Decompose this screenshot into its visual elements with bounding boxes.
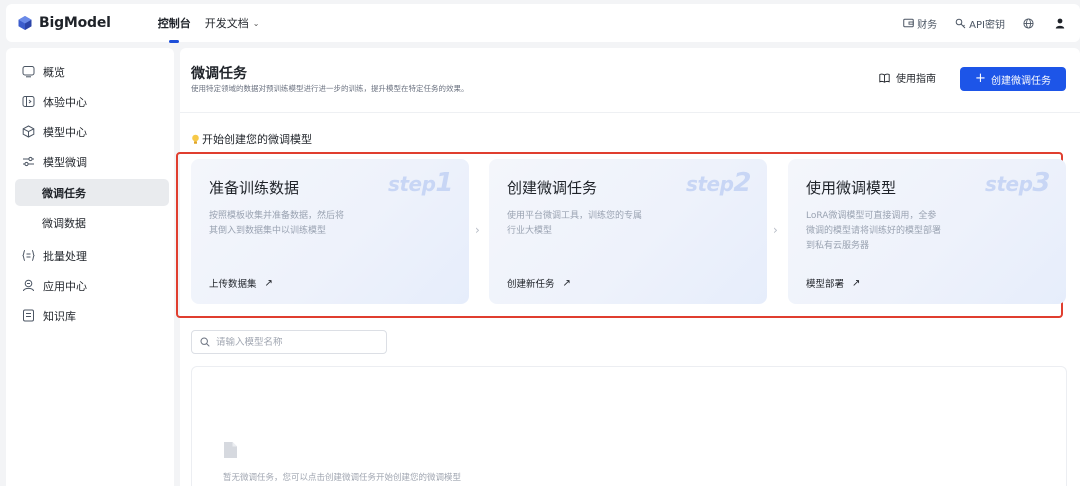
step-title: 使用微调模型 [806,179,897,197]
top-nav-docs-label: 开发文档 [204,17,249,30]
api-key-link[interactable]: API密钥 [955,16,1005,31]
step-card-use-model: 使用微调模型 step3 LoRA微调模型可直接调用，全参 微调的模型请将训练好… [788,159,1066,304]
sidebar-item-label: 微调任务 [42,186,86,200]
create-new-task-link[interactable]: 创建新任务 ↗ [507,276,571,291]
finance-label: 财务 [917,19,938,31]
lightbulb-icon [192,134,199,144]
robot-icon [21,279,35,293]
sidebar-item-finetune[interactable]: 模型微调 [15,148,169,175]
deploy-model-link[interactable]: 模型部署 ↗ [806,276,861,291]
guide-button[interactable]: 使用指南 [879,70,936,85]
chevron-right-icon: › [773,223,778,237]
upload-dataset-link[interactable]: 上传数据集 ↗ [209,276,273,291]
api-key-label: API密钥 [969,19,1005,31]
sidebar-item-finetune-data[interactable]: 微调数据 [15,209,169,236]
step-tag: step1 [388,168,453,198]
sliders-icon [21,155,35,169]
chevron-down-icon: ⌄ [252,18,260,28]
globe-icon [1023,17,1034,29]
sidebar-item-models[interactable]: 模型中心 [15,118,169,145]
sidebar-item-knowledge[interactable]: 知识库 [15,302,169,329]
arrow-up-right-icon: ↗ [562,277,571,289]
step-card-create-task: 创建微调任务 step2 使用平台微调工具，训练您的专属 行业大模型 创建新任务… [489,159,767,304]
user-button[interactable] [1055,18,1068,29]
monitor-icon [21,65,35,79]
sidebar-item-label: 模型微调 [43,155,87,169]
wallet-icon [903,18,914,28]
arrow-up-right-icon: ↗ [852,277,861,289]
top-nav-console[interactable]: 控制台 [158,4,191,42]
task-list-empty-panel: 暂无微调任务，您可以点击创建微调任务开始创建您的微调模型 [191,366,1067,486]
plus-icon: + [975,71,986,86]
step-tag: step3 [985,168,1050,198]
sidebar-item-batch[interactable]: 批量处理 [15,242,169,269]
model-search-box [191,330,387,354]
braces-list-icon [21,249,35,263]
step-tag: step2 [686,168,751,198]
document-icon [224,442,237,458]
sidebar: 概览 体验中心 模型中心 模型微调 微调任务 微调数据 批量处理 应用中心 知识… [6,48,174,486]
sidebar-item-overview[interactable]: 概览 [15,58,169,85]
page-subtitle: 使用特定领域的数据对预训练模型进行进一步的训练，提升模型在特定任务的效果。 [191,84,469,93]
empty-state-text: 暂无微调任务，您可以点击创建微调任务开始创建您的微调模型 [223,473,462,483]
sidebar-item-label: 微调数据 [42,216,86,230]
user-icon [1055,18,1065,28]
finance-link[interactable]: 财务 [903,16,937,31]
brand-logo-icon [18,16,32,30]
sidebar-item-apps[interactable]: 应用中心 [15,272,169,299]
open-book-icon [879,73,890,83]
sidebar-item-label: 批量处理 [43,249,87,263]
step-card-prepare-data: 准备训练数据 step1 按照模板收集并准备数据，然后将 其倒入到数据集中以训练… [191,159,469,304]
key-icon [955,18,966,28]
step-title: 创建微调任务 [507,179,598,197]
section-title-text: 开始创建您的微调模型 [202,133,312,146]
cube-icon [21,125,35,139]
chevron-right-icon: › [475,223,480,237]
sidebar-item-finetune-tasks[interactable]: 微调任务 [15,179,169,206]
code-panel-icon [21,95,35,109]
header-divider [180,112,1080,113]
page-title: 微调任务 [191,66,247,82]
sidebar-item-label: 体验中心 [43,95,87,109]
section-title: 开始创建您的微调模型 [191,131,312,147]
sidebar-item-label: 应用中心 [43,279,87,293]
language-button[interactable] [1023,17,1037,29]
guide-label: 使用指南 [896,74,936,85]
top-nav: 控制台 开发文档 ⌄ [158,4,274,42]
sidebar-item-label: 知识库 [43,309,76,323]
step-description: LoRA微调模型可直接调用，全参 微调的模型请将训练好的模型部署 到私有云服务器 [806,211,942,251]
arrow-up-right-icon: ↗ [264,277,273,289]
model-search-input[interactable] [216,336,376,348]
top-nav-docs[interactable]: 开发文档 ⌄ [205,4,260,42]
create-finetune-task-button[interactable]: + 创建微调任务 [960,67,1066,91]
brand-name: BigModel [39,15,111,31]
main-panel: 微调任务 使用特定领域的数据对预训练模型进行进一步的训练，提升模型在特定任务的效… [176,48,1080,486]
top-right-actions: 财务 API密钥 [885,16,1068,31]
step-description: 使用平台微调工具，训练您的专属 行业大模型 [507,211,643,236]
top-bar: BigModel 控制台 开发文档 ⌄ 财务 API密钥 [6,4,1080,42]
sidebar-item-playground[interactable]: 体验中心 [15,88,169,115]
sidebar-item-label: 模型中心 [43,125,87,139]
top-nav-console-label: 控制台 [157,17,191,30]
brand[interactable]: BigModel [17,15,111,31]
sidebar-item-label: 概览 [43,65,65,79]
step-title: 准备训练数据 [209,179,300,197]
create-label: 创建微调任务 [990,75,1051,87]
search-icon [200,337,210,347]
book-icon [21,309,35,323]
step-description: 按照模板收集并准备数据，然后将 其倒入到数据集中以训练模型 [209,211,345,236]
